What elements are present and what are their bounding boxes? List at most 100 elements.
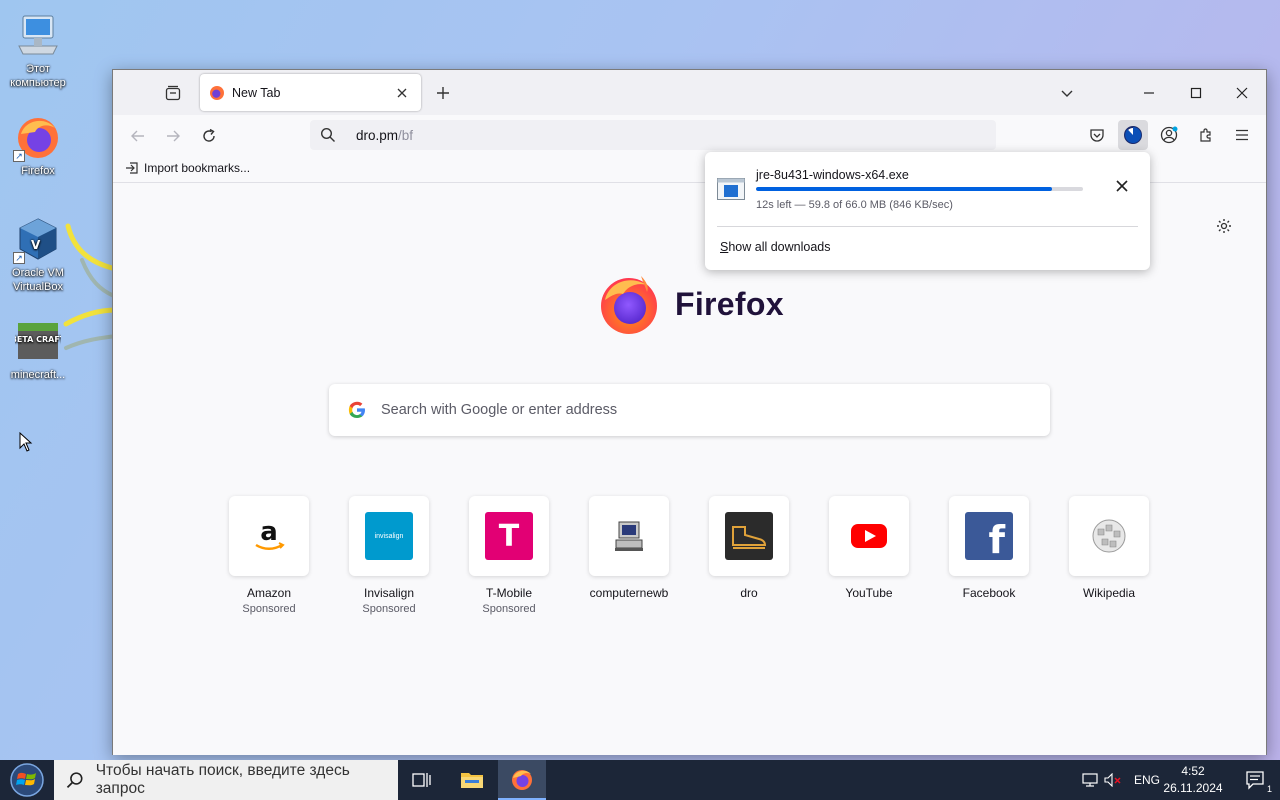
clock-time: 4:52 bbox=[1181, 764, 1205, 778]
show-all-downloads-label: how all downloads bbox=[728, 240, 831, 254]
desktop-icon-virtualbox[interactable]: V ↗ Oracle VM VirtualBox bbox=[0, 216, 76, 294]
taskbar-firefox[interactable] bbox=[498, 760, 546, 800]
top-site-computernewb[interactable]: computernewb bbox=[589, 496, 669, 615]
folder-icon bbox=[461, 773, 483, 788]
url-bar[interactable]: dro.pm/bf bbox=[310, 120, 996, 150]
top-site-tile bbox=[589, 496, 669, 576]
taskbar-file-explorer[interactable] bbox=[448, 760, 496, 800]
search-placeholder: Search with Google or enter address bbox=[381, 402, 618, 418]
top-site-wikipedia[interactable]: Wikipedia bbox=[1069, 496, 1149, 615]
youtube-logo-icon bbox=[845, 512, 893, 560]
extensions-button[interactable] bbox=[1191, 120, 1221, 150]
task-view-button[interactable] bbox=[398, 760, 446, 800]
maximize-button[interactable] bbox=[1181, 78, 1211, 108]
network-icon[interactable] bbox=[1080, 773, 1100, 787]
tab-close-button[interactable] bbox=[393, 84, 411, 102]
app-menu-button[interactable] bbox=[1227, 120, 1257, 150]
close-window-button[interactable] bbox=[1227, 78, 1257, 108]
volume-muted-icon[interactable] bbox=[1100, 773, 1126, 787]
sponsored-label: Sponsored bbox=[362, 603, 416, 615]
desktop-icon-this-pc[interactable]: Этот компьютер bbox=[0, 12, 76, 90]
new-tab-button[interactable] bbox=[431, 81, 455, 105]
desktop-icon-minecraft[interactable]: BETA CRAFT minecraft... bbox=[0, 318, 76, 382]
reload-button[interactable] bbox=[196, 123, 222, 149]
sponsored-label: Sponsored bbox=[482, 603, 536, 615]
url-path: /bf bbox=[398, 127, 414, 143]
close-icon bbox=[1116, 180, 1128, 192]
desktop-icon-label: Этот компьютер bbox=[10, 63, 66, 89]
import-bookmarks-button[interactable]: Import bookmarks... bbox=[125, 161, 250, 175]
forward-button[interactable] bbox=[160, 123, 186, 149]
top-site-name: T-Mobile bbox=[485, 586, 532, 600]
import-bookmarks-label: Import bookmarks... bbox=[144, 161, 251, 175]
top-site-tile: f bbox=[949, 496, 1029, 576]
account-icon bbox=[1160, 126, 1178, 144]
firefox-brand: Firefox bbox=[597, 272, 784, 336]
puzzle-piece-icon bbox=[1200, 128, 1211, 142]
show-all-downloads-button[interactable]: Show all downloads bbox=[720, 240, 831, 254]
firefox-logo-icon bbox=[601, 276, 657, 334]
desktop-icon-label: minecraft... bbox=[10, 369, 66, 381]
download-progress-icon bbox=[1124, 126, 1142, 144]
download-file-name: jre-8u431-windows-x64.exe bbox=[756, 168, 909, 182]
taskbar-search-placeholder: Чтобы начать поиск, введите здесь запрос bbox=[95, 762, 350, 797]
tab-title: New Tab bbox=[232, 85, 281, 100]
firefox-wordmark: Firefox bbox=[675, 285, 784, 322]
download-item[interactable]: jre-8u431-windows-x64.exe 12s left — 59.… bbox=[717, 166, 1137, 218]
download-status: 12s left — 59.8 of 66.0 MB (846 KB/sec) bbox=[756, 199, 953, 211]
top-site-amazon[interactable]: a Amazon Sponsored bbox=[229, 496, 309, 615]
start-button[interactable] bbox=[0, 760, 54, 800]
taskbar-search-box[interactable]: Чтобы начать поиск, введите здесь запрос bbox=[54, 760, 398, 800]
t-mobile-logo-text: T bbox=[498, 518, 520, 554]
divider bbox=[717, 226, 1138, 227]
pocket-icon bbox=[1090, 129, 1104, 142]
cancel-download-button[interactable] bbox=[1110, 174, 1134, 198]
svg-text:a: a bbox=[260, 517, 278, 547]
top-site-invisalign[interactable]: invisalign Invisalign Sponsored bbox=[349, 496, 429, 615]
invisalign-logo-icon: invisalign bbox=[365, 512, 413, 560]
computer-icon bbox=[15, 12, 61, 58]
tab-strip: New Tab bbox=[113, 70, 1266, 115]
account-button[interactable] bbox=[1154, 120, 1184, 150]
plus-icon bbox=[437, 87, 449, 99]
chevron-down-icon bbox=[1061, 90, 1073, 97]
top-site-name: Wikipedia bbox=[1082, 586, 1136, 600]
personalize-button[interactable] bbox=[1212, 214, 1236, 238]
list-all-tabs-button[interactable] bbox=[1052, 78, 1082, 108]
top-site-name: dro bbox=[740, 586, 758, 600]
firefox-view-button[interactable] bbox=[161, 81, 185, 105]
top-site-tile bbox=[1069, 496, 1149, 576]
top-sites: a Amazon Sponsored invisalign Invisalign bbox=[229, 496, 1149, 615]
minimize-button[interactable] bbox=[1134, 78, 1164, 108]
new-tab-search-box[interactable]: Search with Google or enter address bbox=[329, 384, 1050, 436]
desktop-icon-firefox[interactable]: ↗ Firefox bbox=[0, 114, 76, 178]
taskbar-clock[interactable]: 4:52 26.11.2024 bbox=[1156, 763, 1230, 797]
top-site-youtube[interactable]: YouTube bbox=[829, 496, 909, 615]
mouse-cursor-icon bbox=[19, 432, 33, 452]
maximize-icon bbox=[1190, 87, 1202, 99]
top-site-name: Amazon bbox=[246, 586, 292, 600]
sponsored-label: Sponsored bbox=[242, 603, 296, 615]
shortcut-arrow-icon: ↗ bbox=[13, 150, 25, 162]
search-icon bbox=[320, 127, 335, 142]
task-view-icon bbox=[412, 773, 431, 787]
reload-icon bbox=[203, 128, 215, 142]
tab-new-tab[interactable]: New Tab bbox=[200, 74, 421, 111]
top-site-tile: a bbox=[229, 496, 309, 576]
taskbar: Чтобы начать поиск, введите здесь запрос… bbox=[0, 760, 1280, 800]
top-site-dro[interactable]: dro bbox=[709, 496, 789, 615]
top-site-facebook[interactable]: f Facebook bbox=[949, 496, 1029, 615]
top-site-tile: invisalign bbox=[349, 496, 429, 576]
firefox-view-icon bbox=[165, 85, 181, 101]
firefox-window: New Tab dro.pm/bf Import bookmarks... Fi… bbox=[112, 69, 1267, 755]
pocket-button[interactable] bbox=[1082, 120, 1112, 150]
top-site-t-mobile[interactable]: T T-Mobile Sponsored bbox=[469, 496, 549, 615]
svg-text:V: V bbox=[31, 238, 41, 252]
action-center-button[interactable]: 1 bbox=[1232, 760, 1280, 800]
t-mobile-logo-icon: T bbox=[485, 512, 533, 560]
computernewb-logo-icon bbox=[605, 512, 653, 560]
facebook-logo-icon: f bbox=[965, 512, 1013, 560]
downloads-button[interactable] bbox=[1118, 120, 1148, 150]
back-button[interactable] bbox=[125, 123, 151, 149]
search-icon bbox=[66, 772, 83, 789]
